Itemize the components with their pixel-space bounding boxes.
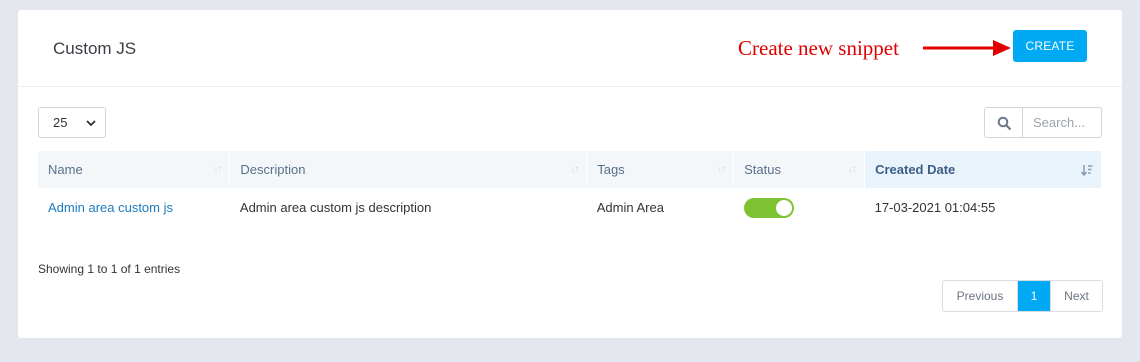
col-header-description[interactable]: Description ↓↑	[229, 151, 588, 188]
col-header-name[interactable]: Name ↓↑	[38, 151, 231, 188]
snippets-table: Name ↓↑ Description ↓↑ Tags ↓↑ Status ↓↑ Cre…	[38, 151, 1102, 227]
cell-tags: Admin Area	[596, 200, 664, 215]
pagination-next[interactable]: Next	[1050, 281, 1102, 311]
sort-icon: ↓↑	[570, 164, 579, 175]
col-header-created-date[interactable]: Created Date	[864, 151, 1102, 188]
cell-status	[734, 188, 865, 227]
search-group	[984, 107, 1102, 138]
cell-created-date: 17-03-2021 01:04:55	[874, 200, 996, 215]
page-length-value: 25	[53, 115, 68, 130]
search-icon	[997, 116, 1011, 130]
pagination-previous[interactable]: Previous	[943, 281, 1018, 311]
pagination-page-1[interactable]: 1	[1018, 281, 1050, 311]
search-input[interactable]	[1023, 108, 1101, 137]
pagination: Previous 1 Next	[942, 280, 1103, 312]
sort-icon: ↓↑	[213, 164, 222, 175]
create-button[interactable]: CREATE	[1013, 30, 1087, 62]
toggle-knob	[775, 199, 792, 216]
sort-icon: ↓↑	[848, 164, 857, 175]
table-header-row: Name ↓↑ Description ↓↑ Tags ↓↑ Status ↓↑ Cre…	[38, 151, 1102, 188]
chevron-down-icon	[86, 120, 96, 127]
table-row: Admin area custom js Admin area custom j…	[38, 188, 1102, 227]
page-length-select[interactable]: 25	[38, 107, 106, 138]
status-toggle[interactable]	[743, 197, 794, 218]
card-header: Custom JS Create new snippet CREATE	[18, 10, 1122, 87]
annotation-arrow-icon	[923, 40, 1011, 56]
table-info: Showing 1 to 1 of 1 entries	[38, 262, 181, 276]
sort-desc-icon	[1081, 165, 1093, 176]
snippet-name-link[interactable]: Admin area custom js	[48, 200, 173, 215]
sort-icon: ↓↑	[717, 164, 726, 175]
col-header-tags[interactable]: Tags ↓↑	[586, 151, 735, 188]
page-title: Custom JS	[53, 39, 137, 58]
search-button[interactable]	[985, 108, 1023, 137]
cell-description: Admin area custom js description	[239, 200, 432, 215]
col-header-status[interactable]: Status ↓↑	[733, 151, 866, 188]
annotation-text: Create new snippet	[738, 36, 899, 60]
custom-js-card: Custom JS Create new snippet CREATE 25 N…	[18, 10, 1122, 338]
cell-name: Admin area custom js	[38, 188, 230, 227]
